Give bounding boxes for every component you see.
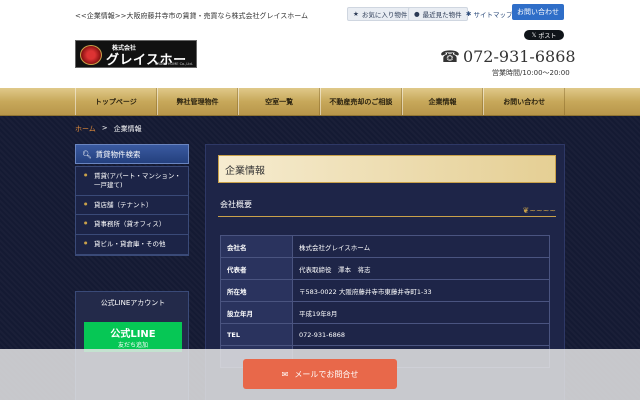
sidebar-item-shop[interactable]: 貸店舗（テナント）	[76, 196, 188, 216]
x-logo-icon: 𝕏	[531, 31, 537, 39]
favorites-button[interactable]: ★ お気に入り物件	[347, 7, 414, 21]
nav-top[interactable]: トップページ	[75, 88, 157, 115]
row-key: 設立年月	[220, 301, 293, 324]
search-icon: 🔍︎	[82, 149, 92, 159]
sitemap-icon: ✱	[466, 10, 472, 18]
nav-managed-properties[interactable]: 弊社管理物件	[156, 88, 239, 115]
row-value: 〒583-0022 大阪府藤井寺市東藤井寺町1-33	[292, 279, 550, 302]
phone-icon: ☎	[440, 47, 460, 66]
business-hours: 営業時間/10:00〜20:00	[492, 69, 570, 77]
recent-label: 最近見た物件	[422, 11, 462, 19]
global-nav: トップページ 弊社管理物件 空室一覧 不動産売却のご相談 企業情報 お問い合わせ	[0, 88, 640, 116]
row-value: 株式会社グレイスホーム	[292, 235, 550, 258]
breadcrumb: ホーム > 企業情報	[75, 124, 142, 134]
favorites-label: お気に入り物件	[361, 11, 408, 19]
row-key: 所在地	[220, 279, 293, 302]
table-row: 会社名 株式会社グレイスホーム	[220, 235, 550, 258]
mail-icon: ✉	[281, 369, 289, 379]
mail-contact-button[interactable]: ✉ メールでお問合せ	[243, 359, 397, 389]
mail-contact-label: メールでお問合せ	[294, 369, 359, 379]
row-key: TEL	[220, 323, 293, 346]
clock-icon: ●	[414, 10, 420, 18]
floating-contact-bar: ✉ メールでお問合せ	[0, 349, 640, 400]
table-row: 所在地 〒583-0022 大阪府藤井寺市東藤井寺町1-33	[220, 279, 550, 302]
row-value: 代表取締役 澤本 将志	[292, 257, 550, 280]
rental-search-title: 賃貸物件検索	[95, 149, 141, 159]
table-row: 代表者 代表取締役 澤本 将志	[220, 257, 550, 280]
section-heading-text: 会社概要	[220, 200, 252, 209]
site-logo[interactable]: 株式会社 グレイスホーム GRACE HOME Co.,Ltd.	[75, 40, 197, 87]
page-title: 企業情報	[218, 155, 556, 183]
line-banner-subtitle: 友だち追加	[117, 342, 148, 349]
nav-contact[interactable]: お問い合わせ	[483, 88, 566, 115]
phone-text: 072-931-6868	[462, 47, 576, 66]
sitemap-link[interactable]: ✱ サイトマップ	[466, 9, 512, 19]
line-add-friend-banner[interactable]: 公式LINE 友だち追加	[84, 322, 182, 352]
sitemap-label: サイトマップ	[473, 11, 513, 19]
section-heading: 会社概要 ❦~~~~	[218, 199, 556, 217]
nav-sale-consult[interactable]: 不動産売却のご相談	[320, 88, 402, 115]
nav-vacancies[interactable]: 空室一覧	[238, 88, 321, 115]
header-contact-button[interactable]: お問い合わせ	[512, 4, 564, 20]
breadcrumb-separator: >	[101, 124, 108, 132]
table-row: 設立年月 平成19年8月	[220, 301, 550, 324]
row-key: 代表者	[220, 257, 293, 280]
row-value: 平成19年8月	[292, 301, 550, 324]
x-post-label: ポスト	[538, 32, 557, 40]
line-banner-title: 公式LINE	[110, 329, 156, 340]
line-account-title: 公式LINEアカウント	[100, 299, 166, 307]
logo-main-text: グレイスホーム	[106, 53, 187, 87]
phone-number[interactable]: ☎ 072-931-6868	[440, 47, 576, 66]
row-key: 会社名	[220, 235, 293, 258]
x-post-button[interactable]: 𝕏 ポスト	[524, 30, 564, 40]
rental-search-header[interactable]: 🔍︎ 賃貸物件検索	[75, 144, 189, 164]
star-icon: ★	[353, 10, 359, 18]
ornament-icon: ❦~~~~	[522, 206, 556, 215]
breadcrumb-home[interactable]: ホーム	[75, 124, 96, 134]
sidebar-item-office[interactable]: 貸事務所（貸オフィス）	[76, 215, 188, 236]
sidebar-item-building[interactable]: 貸ビル・貸倉庫・その他	[76, 235, 188, 255]
logo-emblem-icon	[80, 45, 102, 65]
recent-viewed-button[interactable]: ● 最近見た物件	[408, 7, 468, 21]
nav-company-info[interactable]: 企業情報	[401, 88, 484, 115]
rental-category-list: 賃貸(アパート・マンション・一戸建て) 貸店舗（テナント） 貸事務所（貸オフィス…	[75, 166, 189, 256]
table-row: TEL 072-931-6868	[220, 323, 550, 346]
row-value: 072-931-6868	[292, 323, 550, 346]
logo-en-text: GRACE HOME Co.,Ltd.	[154, 62, 193, 66]
sidebar-item-residential[interactable]: 賃貸(アパート・マンション・一戸建て)	[76, 167, 188, 196]
header-tagline: <<企業情報>>大阪府藤井寺市の賃貸・売買なら株式会社グレイスホーム	[75, 12, 309, 20]
breadcrumb-current: 企業情報	[113, 125, 142, 133]
site-header: <<企業情報>>大阪府藤井寺市の賃貸・売買なら株式会社グレイスホーム ★ お気に…	[0, 0, 640, 88]
